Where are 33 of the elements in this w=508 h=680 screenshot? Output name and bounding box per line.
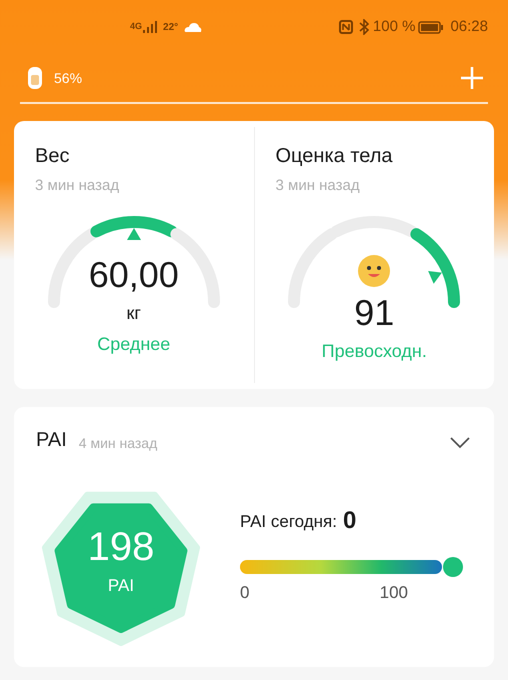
- timestamp: 3 мин назад: [276, 176, 361, 196]
- pai-today-label: PAI сегодня:: [240, 510, 337, 533]
- slider-thumb[interactable]: [443, 557, 463, 578]
- bluetooth-icon: [358, 19, 369, 35]
- chevron-icon: [450, 437, 470, 449]
- signal-icon: [143, 21, 158, 33]
- gauge-value: 60,00: [88, 254, 179, 296]
- timestamp: 4 мин назад: [78, 434, 158, 453]
- add-button[interactable]: [458, 64, 486, 92]
- fitness-band-icon: [28, 67, 42, 89]
- band-battery: 56%: [54, 68, 82, 88]
- nfc-icon: [338, 20, 353, 34]
- scale-max: 100: [380, 582, 408, 604]
- gauge-value: 91: [354, 292, 394, 334]
- card-title: Оценка тела: [276, 144, 394, 169]
- timestamp: 3 мин назад: [35, 176, 120, 196]
- card-title: PAI: [36, 428, 67, 453]
- rating-label: Превосходн.: [322, 340, 427, 363]
- temperature-label: 22°: [163, 20, 178, 34]
- cloud-icon: [184, 22, 202, 32]
- clock: 06:28: [450, 16, 488, 37]
- unit-label: кг: [126, 302, 141, 324]
- rating-label: Среднее: [97, 332, 170, 356]
- scale-min: 0: [240, 582, 250, 604]
- battery-icon: [418, 20, 444, 34]
- smiley-icon: [357, 254, 392, 288]
- battery-percent: 100 %: [372, 16, 416, 37]
- network-label: 4G: [130, 20, 142, 34]
- pai-score: 198: [88, 525, 154, 570]
- plus-icon: [460, 66, 484, 90]
- card-title: Вес: [35, 144, 70, 169]
- pai-score-label: PAI: [108, 575, 134, 598]
- pai-today-value: 0: [342, 508, 356, 534]
